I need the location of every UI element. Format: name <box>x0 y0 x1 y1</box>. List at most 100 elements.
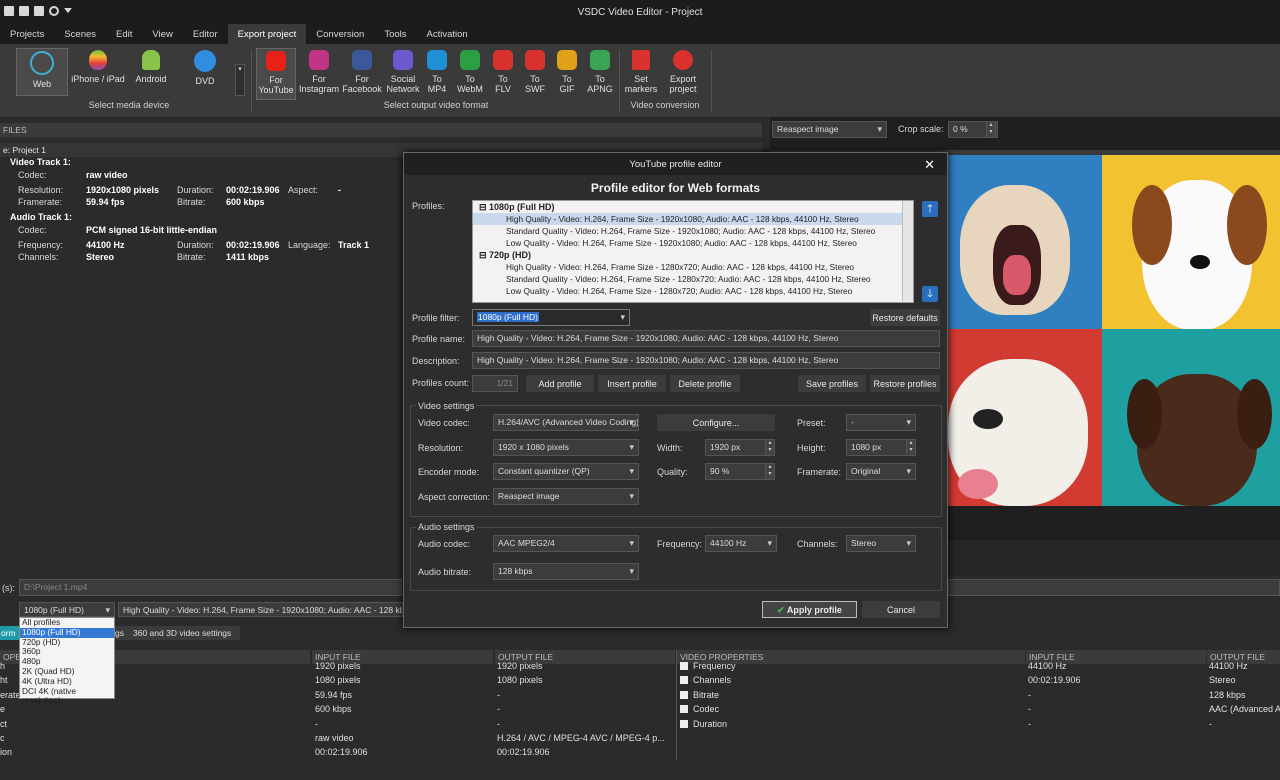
profile-group[interactable]: ⊟ 1080p (Full HD) <box>473 201 913 213</box>
aspect-value: - <box>338 185 341 195</box>
profiles-list[interactable]: ⊟ 1080p (Full HD) High Quality - Video: H… <box>472 200 914 303</box>
menu-export-project[interactable]: Export project <box>227 24 307 44</box>
menu-activation[interactable]: Activation <box>417 24 478 44</box>
restore-defaults-button[interactable]: Restore defaults <box>870 309 940 326</box>
export-project-button[interactable]: Export project <box>664 48 702 94</box>
file-icon <box>680 690 688 699</box>
profile-description-field: High Quality - Video: H.264, Frame Size … <box>118 602 403 617</box>
audio-channels-select[interactable]: Stereo <box>846 535 916 552</box>
tab-format[interactable]: orm <box>0 626 20 640</box>
save-profiles-button[interactable]: Save profiles <box>798 375 866 392</box>
web-label: Web <box>32 79 52 89</box>
social-network-format-button[interactable]: Social Network <box>384 48 422 94</box>
cancel-button[interactable]: Cancel <box>862 601 940 618</box>
resolution-select[interactable]: 1920 x 1080 pixels <box>493 439 639 456</box>
audio-codec-select[interactable]: AAC MPEG2/4 <box>493 535 639 552</box>
apply-profile-button[interactable]: ✔ Apply profile <box>762 601 857 618</box>
height-spinner[interactable]: ▴ ▾ <box>906 439 916 456</box>
profile-item[interactable]: Standard Quality - Video: H.264, Frame S… <box>473 225 913 237</box>
apng-format-button[interactable]: To APNG <box>584 48 616 94</box>
table-row: ht <box>0 673 21 687</box>
profile-item[interactable]: High Quality - Video: H.264, Frame Size … <box>473 261 913 273</box>
devices-scroll[interactable]: ▾ <box>235 64 245 96</box>
restore-profiles-button[interactable]: Restore profiles <box>870 375 940 392</box>
menu-tools[interactable]: Tools <box>374 24 416 44</box>
web-device-button[interactable]: Web <box>16 48 68 96</box>
iphone-label: iPhone / iPad <box>71 74 125 84</box>
android-button[interactable]: Android <box>130 48 172 84</box>
profile-filter-select[interactable]: 1080p (Full HD) <box>472 309 630 326</box>
reaspect-select[interactable]: Reaspect image <box>772 121 887 138</box>
webm-format-button[interactable]: To WebM <box>454 48 486 94</box>
profile-item[interactable]: Low Quality - Video: H.264, Frame Size -… <box>473 237 913 249</box>
menu-conversion[interactable]: Conversion <box>306 24 374 44</box>
menu-view[interactable]: View <box>142 24 182 44</box>
table-cell: erate <box>0 689 21 700</box>
move-down-icon[interactable]: 🡓 <box>922 286 938 302</box>
devices-group-label: Select media device <box>88 100 170 110</box>
tab-360-3d[interactable]: 360 and 3D video settings <box>128 626 240 640</box>
delete-profile-button[interactable]: Delete profile <box>670 375 740 392</box>
table-cell: - <box>1028 718 1031 729</box>
profiles-scrollbar[interactable] <box>902 201 913 301</box>
format-label: To SWF <box>525 74 545 94</box>
profile-item[interactable]: High Quality - Video: H.264, Frame Size … <box>473 213 913 225</box>
profile-name-input[interactable]: High Quality - Video: H.264, Frame Size … <box>472 330 940 347</box>
aspect-correction-select[interactable]: Reaspect image <box>493 488 639 505</box>
table-cell: h <box>0 661 6 671</box>
encoder-mode-select[interactable]: Constant quantizer (QP) <box>493 463 639 480</box>
facebook-format-button[interactable]: For Facebook <box>342 48 382 94</box>
description-input[interactable]: High Quality - Video: H.264, Frame Size … <box>472 352 940 369</box>
dvd-button[interactable]: DVD <box>186 48 224 86</box>
swf-format-button[interactable]: To SWF <box>520 48 550 94</box>
conversion-group-label: Video conversion <box>630 100 700 110</box>
preset-select[interactable]: - <box>846 414 916 431</box>
framerate-select[interactable]: Original <box>846 463 916 480</box>
iphone-ipad-button[interactable]: iPhone / iPad <box>70 48 126 84</box>
move-up-icon[interactable]: 🡑 <box>922 201 938 217</box>
gif-format-button[interactable]: To GIF <box>552 48 582 94</box>
tab-settings[interactable]: gs <box>114 626 128 640</box>
profile-item[interactable]: Low Quality - Video: H.264, Frame Size -… <box>473 285 913 297</box>
apple-icon <box>89 50 107 70</box>
add-profile-button[interactable]: Add profile <box>526 375 594 392</box>
audio-frequency-select[interactable]: 44100 Hz <box>705 535 777 552</box>
configure-button[interactable]: Configure... <box>657 414 775 431</box>
profile-item[interactable]: Standard Quality - Video: H.264, Frame S… <box>473 273 913 285</box>
table-cell: - <box>315 718 318 729</box>
set-markers-button[interactable]: Set markers <box>622 48 660 94</box>
instagram-format-button[interactable]: For Instagram <box>298 48 340 94</box>
table-row: - <box>497 702 665 716</box>
close-icon[interactable]: ✕ <box>924 157 935 173</box>
profile-group[interactable]: ⊟ 720p (HD) <box>473 249 913 261</box>
audio-codec-value: PCM signed 16-bit little-endian <box>86 225 218 235</box>
gif-icon <box>557 50 577 70</box>
width-spinner[interactable]: ▴ ▾ <box>765 439 775 456</box>
output-path-input[interactable]: D:\Project 1.mp4 <box>19 579 402 596</box>
table-row: 128 kbps <box>1209 688 1280 702</box>
menu-editor[interactable]: Editor <box>183 24 228 44</box>
table-cell: - <box>1209 718 1212 729</box>
table-row: Channels <box>680 673 736 687</box>
codec-label: Codec: <box>18 170 47 180</box>
dvd-icon <box>194 50 216 72</box>
android-icon <box>142 50 160 70</box>
quality-spinner[interactable]: ▴ ▾ <box>765 463 775 480</box>
flv-format-button[interactable]: To FLV <box>488 48 518 94</box>
menu-edit[interactable]: Edit <box>106 24 142 44</box>
mp4-format-button[interactable]: To MP4 <box>422 48 452 94</box>
resolution-label: Resolution: <box>418 443 464 453</box>
insert-profile-button[interactable]: Insert profile <box>598 375 666 392</box>
menu-projects[interactable]: Projects <box>0 24 54 44</box>
profile-editor-dialog: YouTube profile editor ✕ Profile editor … <box>403 152 948 628</box>
table-row: 1920 pixels <box>497 659 665 673</box>
audio-bitrate-label: Bitrate: <box>177 252 206 262</box>
crop-scale-spinner[interactable]: ▴ ▾ <box>986 121 996 138</box>
youtube-format-button[interactable]: For YouTube <box>256 48 296 100</box>
dropdown-option[interactable]: DCI 4K (native resolution) <box>20 686 114 705</box>
profile-select[interactable]: 1080p (Full HD) <box>19 602 115 617</box>
menu-scenes[interactable]: Scenes <box>54 24 106 44</box>
video-codec-select[interactable]: H.264/AVC (Advanced Video Coding) <box>493 414 639 431</box>
left-table-output: 1920 pixels 1080 pixels - - - H.264 / AVC / M… <box>497 659 665 760</box>
audio-bitrate-select[interactable]: 128 kbps <box>493 563 639 580</box>
